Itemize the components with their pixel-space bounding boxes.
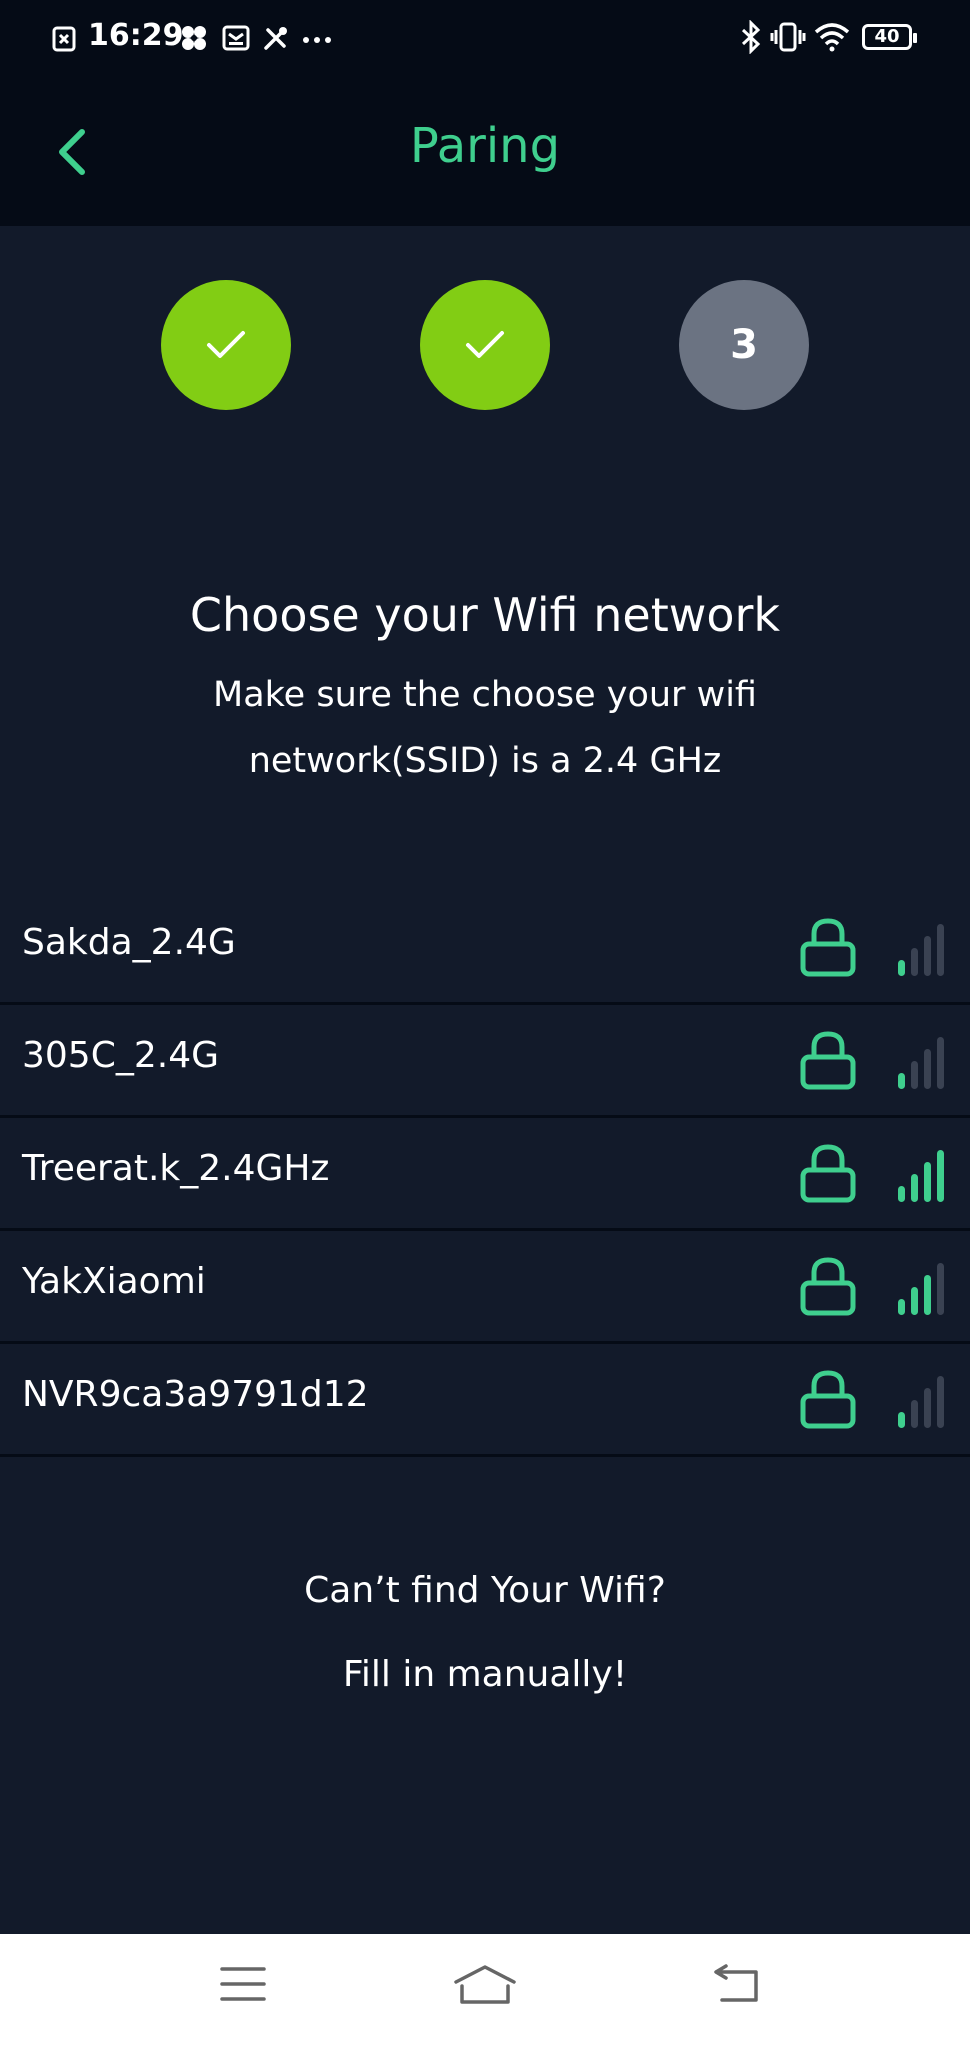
mail-icon bbox=[222, 25, 250, 51]
step-2-indicator bbox=[420, 280, 550, 410]
home-icon[interactable] bbox=[452, 1964, 518, 2006]
cant-find-wifi-text: Can’t find Your Wifi? bbox=[304, 1570, 666, 1611]
signal-strength-icon bbox=[898, 1376, 944, 1428]
back-icon[interactable] bbox=[712, 1964, 762, 2006]
network-row[interactable]: 305C_2.4G bbox=[0, 1005, 970, 1118]
subtitle: Make sure the choose your wifi network(S… bbox=[213, 675, 757, 781]
fan-icon bbox=[182, 26, 206, 50]
signal-strength-icon bbox=[898, 1150, 944, 1202]
tools-icon bbox=[264, 27, 287, 50]
lock-icon bbox=[800, 1031, 856, 1090]
signal-strength-icon bbox=[898, 1263, 944, 1315]
network-ssid: YakXiaomi bbox=[22, 1261, 206, 1302]
bluetooth-icon bbox=[741, 20, 761, 54]
lock-icon bbox=[800, 918, 856, 977]
network-ssid: Treerat.k_2.4GHz bbox=[22, 1148, 330, 1189]
step-3-number: 3 bbox=[730, 322, 758, 368]
status-bar: 16:29 40 bbox=[0, 0, 970, 80]
step-3-indicator: 3 bbox=[679, 280, 809, 410]
signal-strength-icon bbox=[898, 1037, 944, 1089]
battery-icon: 40 bbox=[862, 24, 917, 50]
lock-icon bbox=[800, 1370, 856, 1429]
status-time: 16:29 bbox=[88, 18, 184, 53]
wifi-icon bbox=[814, 23, 850, 52]
network-row[interactable]: Treerat.k_2.4GHz bbox=[0, 1118, 970, 1231]
vibrate-icon bbox=[770, 22, 806, 52]
more-dots-icon bbox=[303, 37, 331, 43]
network-row[interactable]: YakXiaomi bbox=[0, 1231, 970, 1344]
network-ssid: 305C_2.4G bbox=[22, 1035, 219, 1076]
check-icon bbox=[466, 331, 504, 358]
fill-manually-link[interactable]: Fill in manually! bbox=[0, 1654, 970, 1695]
heading: Choose your Wifi network bbox=[189, 588, 781, 642]
network-ssid: NVR9ca3a9791d12 bbox=[22, 1374, 369, 1415]
step-1-indicator bbox=[161, 280, 291, 410]
top-bar: 16:29 40 Paring bbox=[0, 0, 970, 226]
network-row[interactable]: NVR9ca3a9791d12 bbox=[0, 1344, 970, 1457]
system-nav-bar bbox=[0, 1934, 970, 2048]
menu-icon[interactable] bbox=[218, 1964, 268, 2004]
image-close-icon bbox=[52, 26, 76, 52]
wifi-network-list: Sakda_2.4G 305C_2.4G Treerat.k_2.4GHz Ya… bbox=[0, 892, 970, 1457]
lock-icon bbox=[800, 1257, 856, 1316]
check-icon bbox=[207, 331, 245, 358]
lock-icon bbox=[800, 1144, 856, 1203]
network-ssid: Sakda_2.4G bbox=[22, 922, 236, 963]
network-row[interactable]: Sakda_2.4G bbox=[0, 892, 970, 1005]
signal-strength-icon bbox=[898, 924, 944, 976]
page-title: Paring bbox=[409, 118, 561, 174]
